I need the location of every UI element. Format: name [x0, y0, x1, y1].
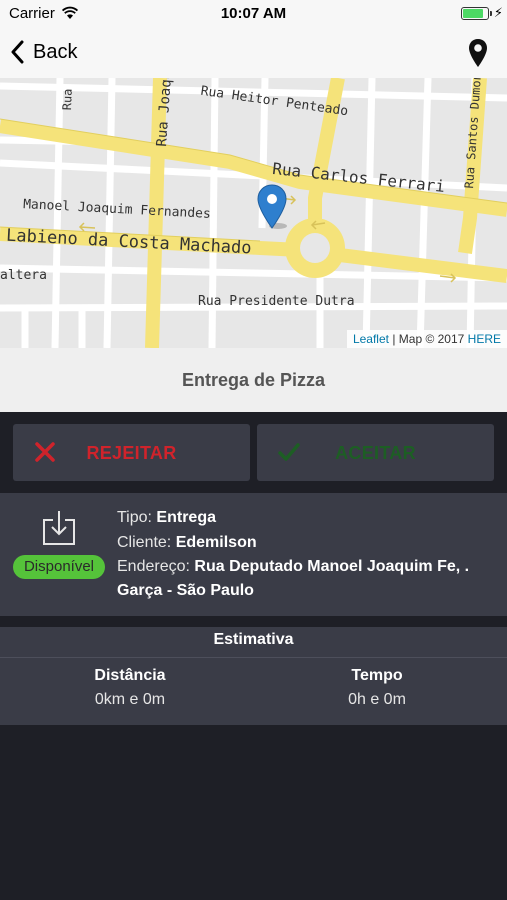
map-marker-icon[interactable]: [257, 184, 287, 230]
cliente-label: Cliente:: [117, 534, 176, 551]
attribution-text: | Map © 2017: [388, 332, 468, 346]
status-badge: Disponível: [13, 555, 105, 579]
time-column: Tempo 0h e 0m: [250, 667, 504, 709]
accept-button[interactable]: ACEITAR: [257, 424, 494, 481]
reject-button[interactable]: REJEITAR: [13, 424, 250, 481]
cidade-line: Garça - São Paulo: [117, 582, 254, 600]
road-label-presidente-dutra: Rua Presidente Dutra: [198, 294, 355, 309]
accept-label: ACEITAR: [335, 443, 416, 463]
endereco-label: Endereço:: [117, 558, 195, 575]
time-label: Tempo: [351, 667, 403, 684]
map-view[interactable]: Rua Heitor Penteado Rua Carlos Ferrari M…: [0, 78, 507, 348]
tipo-line: Tipo: Entrega: [117, 509, 216, 527]
clock: 10:07 AM: [220, 5, 287, 22]
reject-label: REJEITAR: [86, 443, 177, 463]
distance-value: 0km e 0m: [94, 691, 166, 708]
time-value: 0h e 0m: [348, 691, 406, 708]
battery-tip: [490, 11, 492, 16]
tipo-label: Tipo:: [117, 509, 157, 526]
action-bar: REJEITAR ACEITAR: [0, 412, 507, 493]
location-pin-icon[interactable]: [468, 38, 488, 68]
battery-icon: [461, 7, 489, 20]
download-tray-icon: [43, 511, 75, 545]
distance-column: Distância 0km e 0m: [3, 667, 257, 709]
chevron-left-icon: [11, 40, 24, 64]
here-link[interactable]: HERE: [468, 332, 501, 346]
estimate-panel: Estimativa Distância 0km e 0m Tempo 0h e…: [0, 627, 507, 725]
estimate-title: Estimativa: [213, 631, 294, 648]
road-label-rua: Rua: [60, 88, 75, 111]
status-bar: Carrier 10:07 AM ⚡: [0, 0, 507, 28]
back-button[interactable]: Back: [10, 40, 77, 64]
cliente-line: Cliente: Edemilson: [117, 534, 257, 552]
map-attribution: Leaflet | Map © 2017 HERE: [346, 330, 507, 348]
navigation-bar: Back: [0, 28, 507, 78]
endereco-line: Endereço: Rua Deputado Manoel Joaquim Fe…: [117, 558, 507, 576]
leaflet-link[interactable]: Leaflet: [353, 332, 389, 346]
back-label: Back: [33, 40, 78, 63]
order-details: Disponível Tipo: Entrega Cliente: Edemil…: [0, 493, 507, 616]
charging-bolt-icon: ⚡: [493, 5, 503, 20]
tipo-value: Entrega: [156, 509, 216, 526]
cliente-value: Edemilson: [175, 534, 257, 551]
order-title: Entrega de Pizza: [0, 348, 507, 412]
cidade-value: Garça - São Paulo: [117, 582, 254, 599]
road-label-altera: altera: [0, 268, 47, 283]
distance-label: Distância: [94, 667, 166, 684]
endereco-value: Rua Deputado Manoel Joaquim Fe, .: [194, 558, 470, 575]
divider: [0, 657, 507, 658]
